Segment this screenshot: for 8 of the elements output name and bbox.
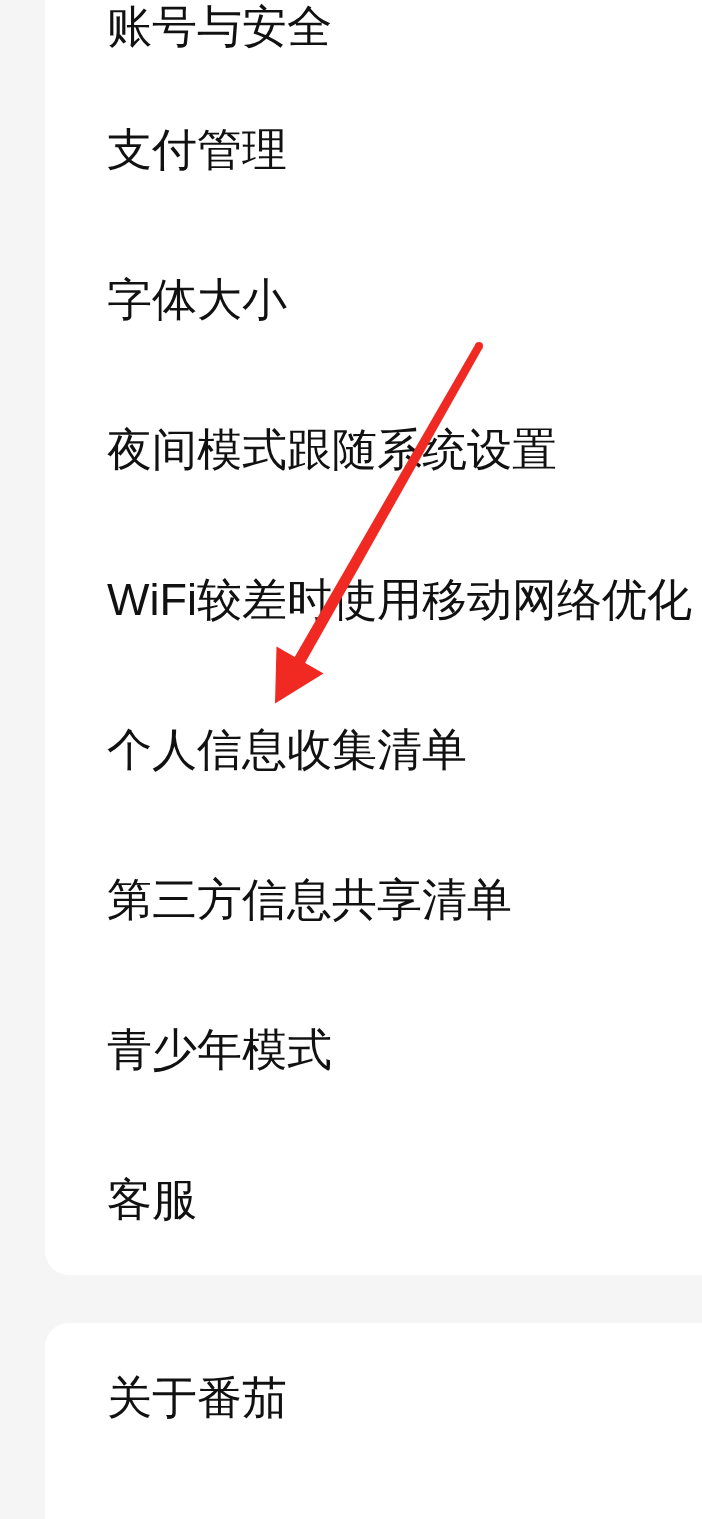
settings-item[interactable]: 关于番茄	[107, 1371, 287, 1425]
settings-item[interactable]: 字体大小	[107, 273, 287, 327]
settings-item[interactable]: 账号与安全	[107, 0, 332, 54]
settings-item[interactable]: 青少年模式	[107, 1023, 332, 1077]
settings-item[interactable]: 支付管理	[107, 123, 287, 177]
settings-item[interactable]: 第三方信息共享清单	[107, 873, 512, 927]
settings-item[interactable]: 个人信息收集清单	[107, 723, 467, 777]
settings-item[interactable]: 客服	[107, 1173, 197, 1227]
